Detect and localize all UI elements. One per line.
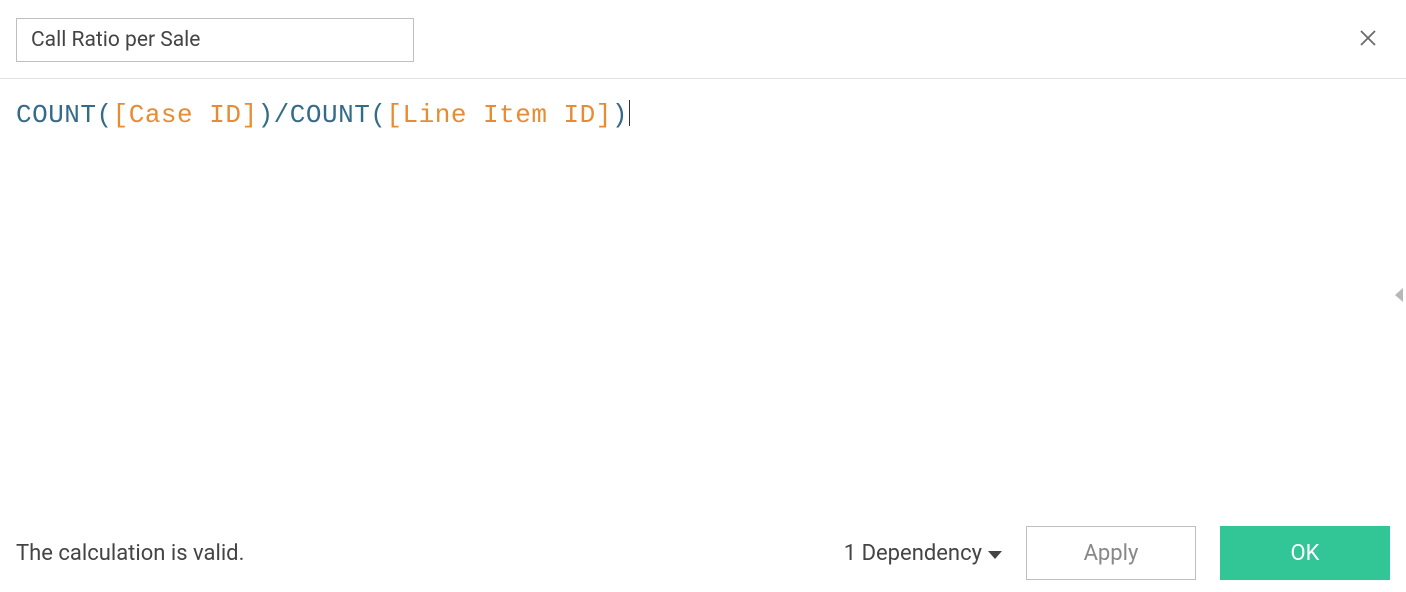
formula-token-paren: ) <box>258 100 274 130</box>
formula-token-paren: ( <box>97 100 113 130</box>
dependency-dropdown[interactable]: 1 Dependency <box>844 541 1002 566</box>
close-icon <box>1358 28 1378 52</box>
formula-token-function: COUNT <box>16 100 97 130</box>
side-panel-toggle[interactable] <box>1392 286 1406 308</box>
header <box>0 0 1406 79</box>
chevron-down-icon <box>988 541 1002 566</box>
formula-token-paren: ( <box>370 100 386 130</box>
formula-token-operator: / <box>274 100 290 130</box>
validation-status: The calculation is valid. <box>16 541 244 566</box>
dependency-label: 1 Dependency <box>844 541 982 566</box>
close-button[interactable] <box>1354 26 1382 54</box>
formula-editor[interactable]: COUNT([Case ID])/COUNT([Line Item ID]) <box>0 79 1406 151</box>
footer: The calculation is valid. 1 Dependency A… <box>0 526 1406 580</box>
formula-name-input[interactable] <box>16 18 414 62</box>
apply-button[interactable]: Apply <box>1026 526 1196 580</box>
formula-token-function: COUNT <box>290 100 371 130</box>
formula-token-field: [Case ID] <box>113 100 258 130</box>
text-cursor <box>629 100 631 126</box>
formula-token-paren: ) <box>612 100 628 130</box>
chevron-left-icon <box>1393 287 1405 307</box>
formula-token-field: [Line Item ID] <box>386 100 611 130</box>
ok-button[interactable]: OK <box>1220 526 1390 580</box>
